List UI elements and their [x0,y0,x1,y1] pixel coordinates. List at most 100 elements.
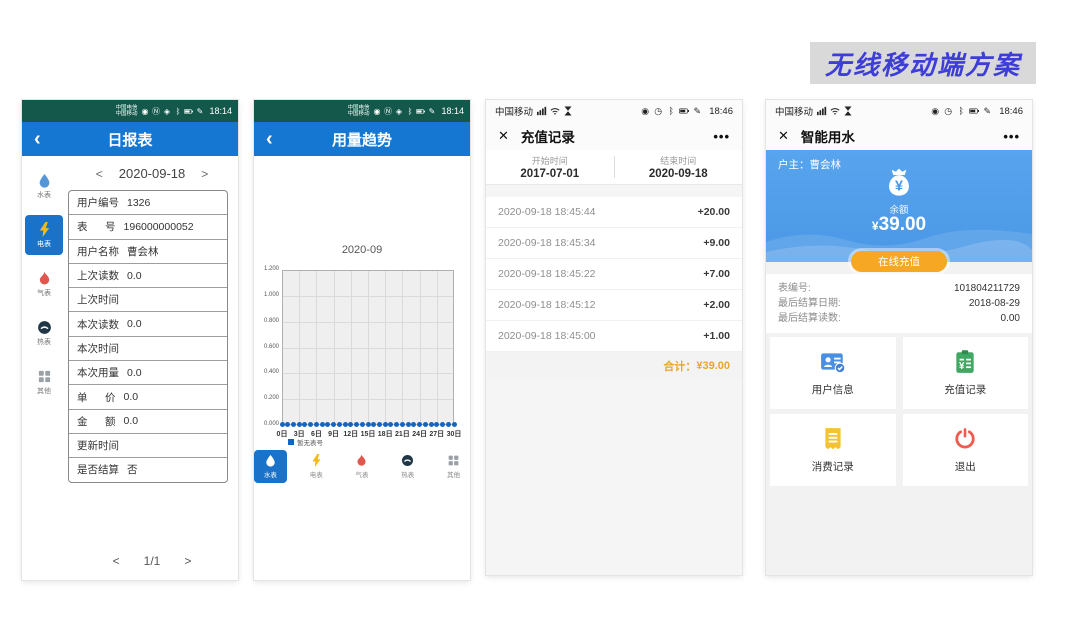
online-recharge-button[interactable]: 在线充值 [851,251,947,272]
data-point [297,422,302,427]
hourglass-icon [843,106,853,116]
field-label: 是否结算 [77,462,119,477]
tab-item-water[interactable]: 水表 [254,450,287,483]
total-label: 合计： [663,358,696,374]
menu-item-label: 消费记录 [812,459,854,474]
mini-program-header: ✕ 充值记录 ••• [486,122,742,150]
field-label: 本次时间 [77,341,119,356]
clock-label: 18:14 [441,106,464,116]
tab-item-heat[interactable]: 热表 [391,450,424,483]
x-axis-tick-label: 30日 [447,429,462,439]
page-next-button[interactable]: > [184,554,191,568]
menu-item-recharge-records[interactable]: ¥充值记录 [903,337,1029,409]
status-icons: ◉◷ᛒ✎ [930,106,992,116]
data-point [377,422,382,427]
back-button[interactable]: ‹ [266,122,273,156]
meter-type-label: 其他 [37,386,51,396]
eye-icon: ◉ [372,107,381,116]
tab-item-other[interactable]: 其他 [437,450,470,483]
y-axis-tick-label: 0.800 [255,318,279,324]
x-axis-tick-label: 0日 [277,429,288,439]
shield-icon: ◈ [394,107,403,116]
sidebar-item-gas[interactable]: 气表 [25,264,63,304]
status-bar: 中国电信 中国移动 ◉Ⓝ◈ᛒ✎ 18:14 [254,100,470,122]
phone-smart-water: 中国移动 ◉◷ᛒ✎ 18:46 ✕ 智能用水 ••• 户主：曹会林 ¥ 余额 ¥… [766,100,1032,575]
battery-icon [679,106,689,116]
page-prev-button[interactable]: < [113,554,120,568]
data-point [423,422,428,427]
report-body: 水表电表气表热表其他 < 2020-09-18 > 用户编号1326表 号196… [22,156,238,580]
nfc-icon: Ⓝ [383,107,392,116]
field-value: 196000000052 [124,221,194,233]
nfc-icon: Ⓝ [151,107,160,116]
pen-icon: ✎ [692,106,702,116]
y-axis-tick-label: 0.200 [255,395,279,401]
status-icons: ◉◷ᛒ✎ [640,106,702,116]
x-axis-tick-label: 12日 [343,429,358,439]
field-value: 0.0 [124,415,139,427]
table-row: 上次时间 [69,288,227,312]
back-button[interactable]: ‹ [34,122,41,156]
start-date-label: 开始时间 [532,154,568,167]
data-point [348,422,353,427]
data-point [417,422,422,427]
page-title: 充值记录 [521,126,575,146]
start-date-picker[interactable]: 开始时间 2017-07-01 [486,154,614,180]
table-row: 金 额0.0 [69,410,227,434]
info-value: 101804211729 [954,281,1020,296]
close-button[interactable]: ✕ [778,128,789,144]
gridline-vertical [402,271,403,424]
solution-banner: 无线移动端方案 [810,42,1036,84]
gridline-vertical [351,271,352,424]
page-title: 日报表 [22,129,238,150]
date-value[interactable]: 2020-09-18 [119,166,186,181]
tab-item-gas[interactable]: 气表 [346,450,379,483]
sidebar-item-water[interactable]: 水表 [25,166,63,206]
record-amount: +2.00 [703,299,730,311]
menu-item-user-info[interactable]: 用户信息 [770,337,896,409]
meter-type-sidebar: 水表电表气表热表其他 [22,156,66,580]
x-axis-tick-label: 18日 [378,429,393,439]
total-value: ¥39.00 [696,360,730,372]
data-point [291,422,296,427]
status-icons: ◉Ⓝ◈ᛒ✎ [140,107,204,116]
data-point [394,422,399,427]
gridline-vertical [299,271,300,424]
field-label: 单 价 [77,390,116,405]
water-drop-icon [37,173,52,188]
power-icon [952,426,978,452]
data-point [440,422,445,427]
tab-item-electric[interactable]: 电表 [300,450,333,483]
status-bar: 中国移动 ◉◷ᛒ✎ 18:46 [486,100,742,122]
x-axis-tick-label: 27日 [429,429,444,439]
page-title: 用量趋势 [254,129,470,150]
data-point [452,422,457,427]
sidebar-item-electric[interactable]: 电表 [25,215,63,255]
end-date-picker[interactable]: 结束时间 2020-09-18 [615,154,743,180]
x-axis-tick-label: 15日 [361,429,376,439]
menu-item-consumption-records[interactable]: 消费记录 [770,414,896,486]
more-button[interactable]: ••• [713,129,730,144]
close-button[interactable]: ✕ [498,128,509,144]
sidebar-item-other[interactable]: 其他 [25,362,63,402]
status-icons: ◉Ⓝ◈ᛒ✎ [372,107,436,116]
field-label: 上次时间 [77,292,119,307]
table-row: 本次时间 [69,337,227,361]
menu-item-exit[interactable]: 退出 [903,414,1029,486]
record-time: 2020-09-18 18:45:44 [498,206,596,218]
table-row: 单 价0.0 [69,385,227,409]
date-picker: < 2020-09-18 > [66,166,238,181]
field-value: 否 [127,462,138,477]
date-prev-button[interactable]: < [96,167,103,181]
hourglass-icon [563,106,573,116]
more-button[interactable]: ••• [1003,129,1020,144]
record-time: 2020-09-18 18:45:00 [498,330,596,342]
lightning-icon [310,454,323,467]
date-next-button[interactable]: > [201,167,208,181]
y-axis-tick-label: 0.600 [255,344,279,350]
field-value: 0.0 [127,367,142,379]
data-point [388,422,393,427]
other-icon [37,369,52,384]
field-label: 本次读数 [77,317,119,332]
sidebar-item-heat[interactable]: 热表 [25,313,63,353]
